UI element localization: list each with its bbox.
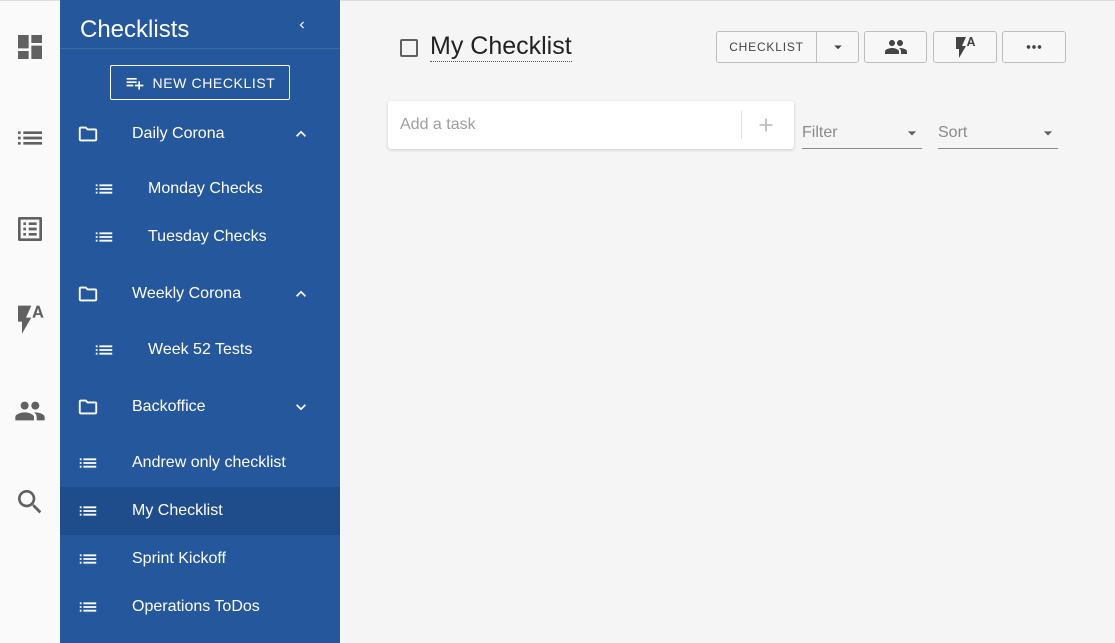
sidebar-item-label: Monday Checks xyxy=(148,180,263,197)
checklists-sidebar: Checklists NEW CHECKLIST Daily Corona Mo… xyxy=(60,0,340,643)
list-alt-icon[interactable] xyxy=(10,209,50,249)
sidebar-item-operations-todos[interactable]: Operations ToDos xyxy=(60,583,340,631)
folder-icon xyxy=(76,282,100,306)
automation-button[interactable] xyxy=(933,31,997,63)
checklist-complete-checkbox[interactable] xyxy=(400,39,418,57)
add-task-card xyxy=(388,101,794,149)
sidebar-item-monday-checks[interactable]: Monday Checks xyxy=(60,165,340,213)
sidebar-divider xyxy=(60,48,340,49)
sidebar-folder-daily-corona[interactable]: Daily Corona xyxy=(60,110,340,158)
checklist-type-label[interactable]: CHECKLIST xyxy=(717,32,817,62)
more-horiz-icon xyxy=(1026,45,1042,49)
chevron-up-icon[interactable] xyxy=(290,283,312,305)
icon-rail xyxy=(0,0,60,643)
list-icon xyxy=(76,451,100,475)
folder-icon xyxy=(76,395,100,419)
flash-auto-icon[interactable] xyxy=(10,299,50,339)
sidebar-item-my-checklist[interactable]: My Checklist xyxy=(60,487,340,535)
sidebar-item-label: Daily Corona xyxy=(132,125,225,142)
list-icon xyxy=(76,547,100,571)
dashboard-icon[interactable] xyxy=(10,27,50,67)
chevron-up-icon[interactable] xyxy=(290,123,312,145)
sidebar-folder-weekly-corona[interactable]: Weekly Corona xyxy=(60,270,340,318)
people-icon[interactable] xyxy=(10,391,50,431)
dropdown-arrow-icon xyxy=(1038,123,1058,143)
add-task-divider xyxy=(741,111,742,139)
sidebar-title: Checklists xyxy=(80,16,190,43)
chevron-left-icon[interactable] xyxy=(292,14,312,36)
sidebar-item-sprint-kickoff[interactable]: Sprint Kickoff xyxy=(60,535,340,583)
sidebar-item-label: Week 52 Tests xyxy=(148,341,253,358)
list-icon[interactable] xyxy=(10,118,50,158)
list-icon xyxy=(76,595,100,619)
add-task-input[interactable] xyxy=(388,101,741,149)
sidebar-item-label: My Checklist xyxy=(132,502,223,519)
more-options-button[interactable] xyxy=(1002,31,1066,63)
share-people-button[interactable] xyxy=(864,31,927,63)
checklist-main: My Checklist CHECKLIST Filter Sort xyxy=(340,0,1115,643)
folder-icon xyxy=(76,122,100,146)
new-checklist-label: NEW CHECKLIST xyxy=(152,74,276,91)
sidebar-folder-backoffice[interactable]: Backoffice xyxy=(60,383,340,431)
sidebar-item-andrew-only-checklist[interactable]: Andrew only checklist xyxy=(60,439,340,487)
filter-label: Filter xyxy=(802,124,838,141)
sidebar-item-label: Sprint Kickoff xyxy=(132,550,226,567)
list-icon xyxy=(92,177,116,201)
list-icon xyxy=(92,338,116,362)
checklist-type-button[interactable]: CHECKLIST xyxy=(716,31,859,63)
list-icon xyxy=(92,225,116,249)
dropdown-arrow-icon xyxy=(902,123,922,143)
checklist-title[interactable]: My Checklist xyxy=(430,32,572,62)
search-icon[interactable] xyxy=(10,482,50,522)
sidebar-item-label: Weekly Corona xyxy=(132,285,242,302)
new-checklist-button[interactable]: NEW CHECKLIST xyxy=(110,65,290,100)
playlist-add-icon xyxy=(126,77,143,90)
sidebar-item-label: Tuesday Checks xyxy=(148,228,267,245)
add-icon[interactable] xyxy=(754,113,778,137)
list-icon xyxy=(76,499,100,523)
sidebar-item-label: Andrew only checklist xyxy=(132,454,286,471)
dropdown-arrow-icon[interactable] xyxy=(817,32,858,62)
sidebar-item-tuesday-checks[interactable]: Tuesday Checks xyxy=(60,213,340,261)
sort-label: Sort xyxy=(938,124,968,141)
sidebar-item-label: Operations ToDos xyxy=(132,598,260,615)
filter-select[interactable]: Filter xyxy=(802,117,922,149)
flash-auto-icon xyxy=(956,37,976,58)
sidebar-item-week-52-tests[interactable]: Week 52 Tests xyxy=(60,326,340,374)
people-icon xyxy=(884,40,907,54)
chevron-down-icon[interactable] xyxy=(290,396,312,418)
sidebar-item-label: Backoffice xyxy=(132,398,206,415)
sort-select[interactable]: Sort xyxy=(938,117,1058,149)
